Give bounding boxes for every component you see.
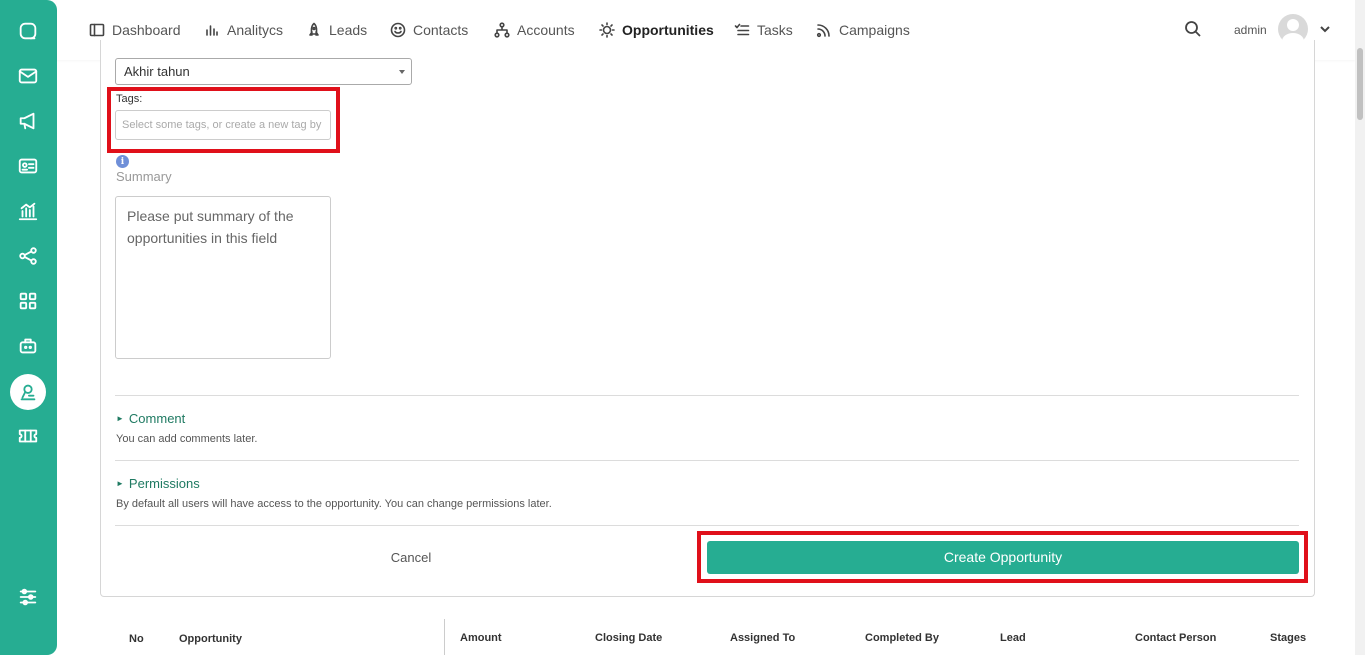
tags-highlight-box bbox=[107, 87, 340, 153]
column-header-opportunity[interactable]: Opportunity bbox=[179, 633, 242, 645]
column-header-no[interactable]: No bbox=[129, 633, 144, 645]
nav-opportunities[interactable]: Opportunities bbox=[599, 20, 714, 40]
chat-icon[interactable] bbox=[10, 13, 46, 49]
permissions-title: Permissions bbox=[128, 476, 200, 491]
column-header-lead[interactable]: Lead bbox=[1000, 632, 1026, 644]
column-separator bbox=[444, 619, 445, 655]
nav-dashboard[interactable]: Dashboard bbox=[89, 20, 181, 40]
analytics-icon[interactable] bbox=[10, 193, 46, 229]
info-icon[interactable]: i bbox=[116, 155, 129, 168]
nav-tasks[interactable]: Tasks bbox=[734, 20, 793, 40]
column-header-contact-person[interactable]: Contact Person bbox=[1135, 632, 1216, 644]
robot-icon[interactable] bbox=[10, 328, 46, 364]
search-icon[interactable] bbox=[1184, 20, 1204, 40]
bulb-icon bbox=[599, 22, 615, 38]
user-name[interactable]: admin bbox=[1234, 23, 1267, 37]
nav-contacts[interactable]: Contacts bbox=[390, 20, 468, 40]
nav-analytics[interactable]: Analitycs bbox=[204, 20, 283, 40]
cancel-button[interactable]: Cancel bbox=[330, 545, 492, 571]
mail-icon[interactable] bbox=[10, 58, 46, 94]
nav-opportunities-label: Opportunities bbox=[622, 22, 714, 38]
chevron-down-icon[interactable] bbox=[1319, 22, 1331, 34]
share-icon[interactable] bbox=[10, 238, 46, 274]
closing-period-value: Akhir tahun bbox=[124, 64, 190, 79]
section-divider bbox=[115, 395, 1299, 396]
nav-accounts-label: Accounts bbox=[517, 22, 575, 38]
column-header-completed-by[interactable]: Completed By bbox=[865, 632, 939, 644]
nav-dashboard-label: Dashboard bbox=[112, 22, 181, 38]
bar-chart-icon bbox=[206, 25, 218, 36]
permissions-section-toggle[interactable]: ► Permissions bbox=[116, 476, 200, 491]
opportunity-icon[interactable] bbox=[10, 374, 46, 410]
comment-section-toggle[interactable]: ► Comment bbox=[116, 411, 185, 426]
smile-icon bbox=[390, 22, 406, 38]
closing-period-select[interactable]: Akhir tahun bbox=[115, 58, 412, 85]
column-header-amount[interactable]: Amount bbox=[460, 632, 502, 644]
hierarchy-icon bbox=[494, 22, 510, 38]
dashboard-icon bbox=[89, 23, 105, 37]
section-divider bbox=[115, 525, 1299, 526]
ticket-icon[interactable] bbox=[10, 418, 46, 454]
sidebar bbox=[0, 0, 57, 655]
section-divider bbox=[115, 460, 1299, 461]
settings-sliders-icon[interactable] bbox=[10, 579, 46, 615]
nav-leads[interactable]: Leads bbox=[306, 20, 367, 40]
rss-icon bbox=[816, 24, 830, 38]
nav-accounts[interactable]: Accounts bbox=[494, 20, 575, 40]
rocket-icon bbox=[309, 22, 319, 36]
create-button-highlight-box bbox=[697, 531, 1308, 583]
nav-campaigns-label: Campaigns bbox=[839, 22, 910, 38]
nav-tasks-label: Tasks bbox=[757, 22, 793, 38]
column-header-closing-date[interactable]: Closing Date bbox=[595, 632, 662, 644]
nav-contacts-label: Contacts bbox=[413, 22, 469, 38]
column-header-assigned-to[interactable]: Assigned To bbox=[730, 632, 795, 644]
column-header-stages[interactable]: Stages bbox=[1270, 632, 1306, 644]
caret-right-icon: ► bbox=[116, 479, 124, 488]
contact-card-icon[interactable] bbox=[10, 148, 46, 184]
select-arrow-icon bbox=[399, 70, 405, 74]
permissions-note: By default all users will have access to… bbox=[116, 498, 552, 510]
apps-grid-icon[interactable] bbox=[10, 283, 46, 319]
scrollbar-thumb[interactable] bbox=[1357, 48, 1363, 120]
summary-textarea[interactable] bbox=[115, 196, 331, 359]
nav-leads-label: Leads bbox=[329, 22, 368, 38]
nav-analytics-label: Analitycs bbox=[227, 22, 284, 38]
comment-title: Comment bbox=[128, 411, 186, 426]
comment-note: You can add comments later. bbox=[116, 433, 258, 445]
caret-right-icon: ► bbox=[116, 414, 124, 423]
summary-label: Summary bbox=[116, 169, 172, 184]
opportunities-table-header: No Opportunity Amount Closing Date Assig… bbox=[85, 613, 1355, 655]
checklist-icon bbox=[734, 23, 750, 36]
nav-campaigns[interactable]: Campaigns bbox=[816, 20, 910, 40]
megaphone-icon[interactable] bbox=[10, 103, 46, 139]
